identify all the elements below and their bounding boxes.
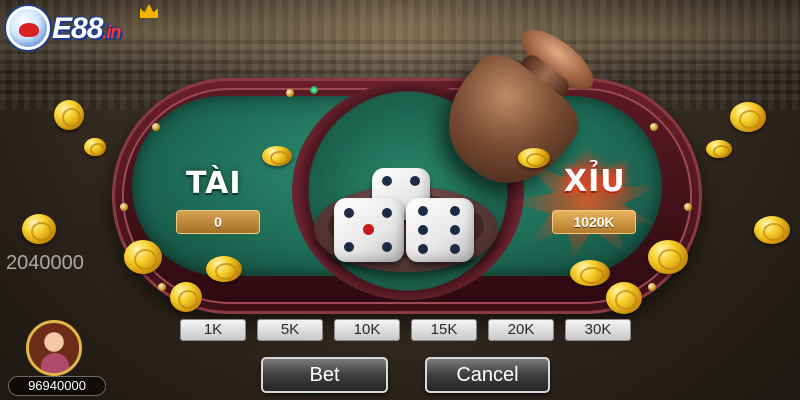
gold-coin-icon [206, 256, 242, 282]
die-pip-red [363, 224, 374, 235]
chip-1k-button[interactable]: 1K [180, 319, 246, 341]
chip-5k-button[interactable]: 5K [257, 319, 323, 341]
die-pip [382, 242, 392, 252]
crown-icon [140, 4, 158, 18]
chip-30k-button[interactable]: 30K [565, 319, 631, 341]
gold-coin-icon [754, 216, 790, 244]
gold-coin-icon [22, 214, 56, 244]
status-light-icon [310, 86, 318, 94]
rail-stud-icon [684, 203, 692, 211]
die-pip [410, 176, 420, 186]
cancel-button[interactable]: Cancel [425, 357, 550, 393]
chip-10k-button[interactable]: 10K [334, 319, 400, 341]
logo-text: E88.in [52, 12, 121, 46]
logo-mascot-icon [6, 6, 50, 50]
logo-wordmark: E88 [52, 12, 103, 45]
rail-stud-icon [650, 123, 658, 131]
die-pip [418, 206, 428, 216]
rail-stud-icon [158, 283, 166, 291]
chip-20k-button[interactable]: 20K [488, 319, 554, 341]
rail-stud-icon [286, 89, 294, 97]
gold-coin-icon [648, 240, 688, 274]
bet-button[interactable]: Bet [261, 357, 388, 393]
gold-coin-icon [84, 138, 106, 156]
rail-stud-icon [648, 283, 656, 291]
gold-coin-icon [706, 140, 732, 158]
gold-coin-icon [730, 102, 766, 132]
rail-stud-icon [152, 123, 160, 131]
tai-bet-amount: 0 [176, 210, 260, 234]
die-pip [382, 208, 392, 218]
gold-coin-icon [124, 240, 162, 274]
die-pip [450, 206, 460, 216]
die-left [334, 198, 404, 262]
gold-coin-icon [606, 282, 642, 314]
xiu-bet-amount: 1020K [552, 210, 636, 234]
chip-15k-button[interactable]: 15K [411, 319, 477, 341]
die-right [406, 198, 474, 262]
gold-coin-icon [54, 100, 84, 130]
gold-coin-icon [570, 260, 610, 286]
gold-coin-icon [262, 146, 292, 166]
gold-coin-icon [170, 282, 202, 312]
die-pip [382, 176, 392, 186]
rail-stud-icon [120, 203, 128, 211]
gold-coin-icon [518, 148, 550, 168]
xiu-label[interactable]: XỈU [564, 164, 626, 199]
brand-logo: E88.in [6, 4, 166, 54]
die-pip [418, 244, 428, 254]
die-pip [450, 225, 460, 235]
die-pip [450, 244, 460, 254]
die-pip [344, 242, 354, 252]
die-pip [418, 225, 428, 235]
die-pip [344, 208, 354, 218]
logo-suffix: .in [102, 22, 121, 42]
player-balance: 96940000 [8, 376, 106, 396]
tai-label[interactable]: TÀI [186, 166, 242, 201]
female-player-avatar-icon[interactable] [26, 320, 82, 376]
pot-total: 2040000 [6, 252, 84, 274]
